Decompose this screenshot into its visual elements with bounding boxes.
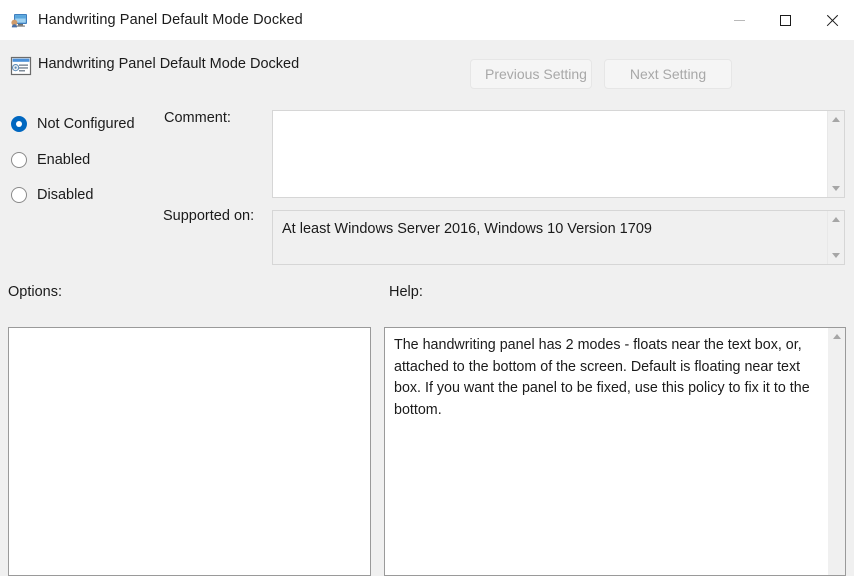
radio-indicator-disabled [11,187,27,203]
scroll-up-arrow-icon[interactable] [828,111,845,128]
computer-monitor-icon [11,13,28,28]
help-scrollbar[interactable] [828,328,845,575]
comment-input[interactable] [272,110,845,198]
maximize-icon [779,14,791,26]
window-controls [716,0,854,40]
radio-indicator-not-configured [11,116,27,132]
supported-on-label: Supported on: [163,208,255,224]
supported-on-field: At least Windows Server 2016, Windows 10… [272,210,845,265]
policy-setting-icon [10,56,32,76]
window-titlebar: Handwriting Panel Default Mode Docked [0,0,854,40]
help-text: The handwriting panel has 2 modes - floa… [394,337,810,418]
maximize-button[interactable] [762,0,808,40]
radio-disabled[interactable]: Disabled [11,185,93,205]
radio-label-enabled: Enabled [37,152,91,168]
previous-setting-button[interactable]: Previous Setting [470,59,592,89]
help-panel[interactable]: The handwriting panel has 2 modes - floa… [384,327,846,576]
scroll-down-arrow-icon[interactable] [828,247,845,264]
supported-on-value: At least Windows Server 2016, Windows 10… [282,221,652,237]
comment-label: Comment: [164,110,231,126]
radio-indicator-enabled [11,152,27,168]
options-label: Options: [8,284,62,300]
radio-not-configured[interactable]: Not Configured [11,114,135,134]
radio-label-not-configured: Not Configured [37,116,135,132]
options-panel[interactable] [8,327,371,576]
help-label: Help: [389,284,423,300]
supported-on-scrollbar[interactable] [827,211,844,264]
scroll-up-arrow-icon[interactable] [828,211,845,228]
radio-label-disabled: Disabled [37,187,94,203]
close-button[interactable] [808,0,854,40]
close-icon [825,14,838,27]
window-title: Handwriting Panel Default Mode Docked [38,12,303,28]
minimize-icon [733,19,745,21]
next-setting-button[interactable]: Next Setting [604,59,732,89]
page-title: Handwriting Panel Default Mode Docked [38,56,300,72]
scroll-down-arrow-icon[interactable] [828,180,845,197]
scroll-up-arrow-icon[interactable] [828,328,845,345]
radio-enabled[interactable]: Enabled [11,150,90,170]
comment-scrollbar[interactable] [827,111,844,197]
minimize-button[interactable] [716,0,762,40]
